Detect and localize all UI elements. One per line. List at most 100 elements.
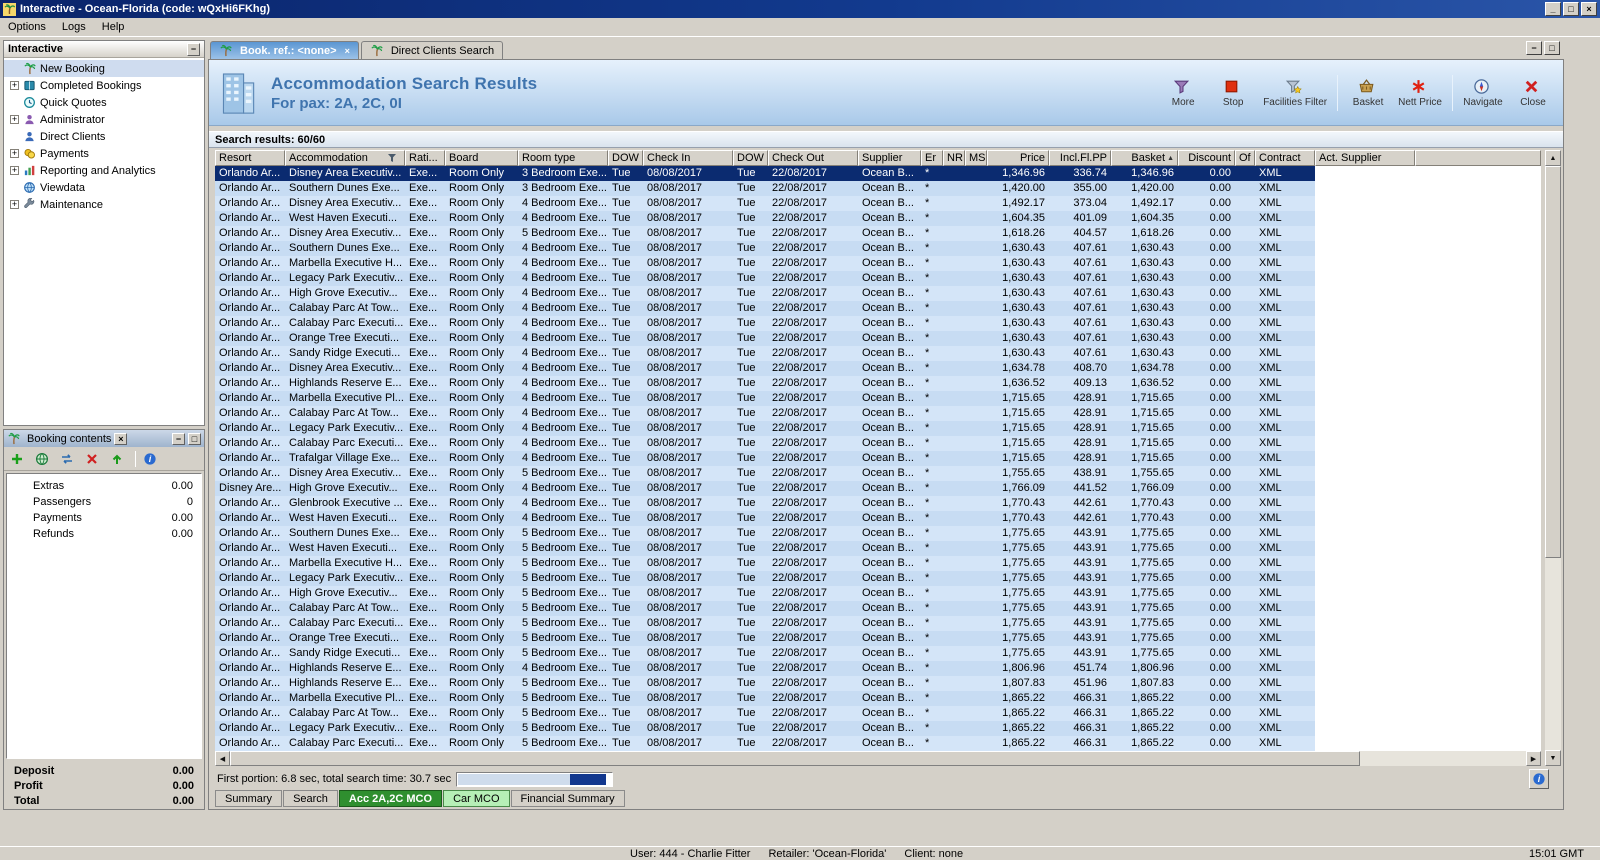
sidebar-item-direct-clients[interactable]: +Direct Clients [4, 128, 204, 145]
mdi-restore-button[interactable]: □ [1544, 41, 1560, 55]
bottom-tab-car-mco[interactable]: Car MCO [443, 790, 509, 807]
table-row[interactable]: Orlando Ar...Marbella Executive H...Exe.… [215, 256, 1315, 271]
table-row[interactable]: Orlando Ar...Orange Tree Executi...Exe..… [215, 331, 1315, 346]
scroll-down-button[interactable]: ▼ [1545, 750, 1561, 766]
table-row[interactable]: Orlando Ar...Marbella Executive Pl...Exe… [215, 391, 1315, 406]
mdi-minimize-button[interactable]: − [1526, 41, 1542, 55]
column-header-price[interactable]: Price [987, 150, 1049, 166]
table-row[interactable]: Orlando Ar...Disney Area Executiv...Exe.… [215, 166, 1315, 181]
table-row[interactable]: Orlando Ar...Calabay Parc At Tow...Exe..… [215, 301, 1315, 316]
table-row[interactable]: Orlando Ar...Calabay Parc Executi...Exe.… [215, 436, 1315, 451]
add-button[interactable] [10, 450, 28, 468]
column-header-check-out[interactable]: Check Out [768, 150, 858, 166]
sidebar-item-payments[interactable]: +Payments [4, 145, 204, 162]
info-button[interactable]: i [1529, 769, 1549, 789]
column-header-rati[interactable]: Rati... [405, 150, 445, 166]
expand-icon[interactable]: + [10, 81, 19, 90]
facilities-filter-button[interactable]: Facilities Filter [1263, 78, 1327, 108]
table-row[interactable]: Orlando Ar...Calabay Parc Executi...Exe.… [215, 616, 1315, 631]
table-row[interactable]: Orlando Ar...Calabay Parc At Tow...Exe..… [215, 406, 1315, 421]
column-header-of[interactable]: Of [1235, 150, 1255, 166]
scroll-right-button[interactable]: ▶ [1526, 751, 1541, 766]
sidebar-item-maintenance[interactable]: +Maintenance [4, 196, 204, 213]
column-header-act-supplier[interactable]: Act. Supplier [1315, 150, 1415, 166]
table-row[interactable]: Orlando Ar...Disney Area Executiv...Exe.… [215, 466, 1315, 481]
table-row[interactable]: Orlando Ar...Sandy Ridge Executi...Exe..… [215, 346, 1315, 361]
booking-contents-row[interactable]: Extras0.00 [7, 478, 201, 494]
table-row[interactable]: Orlando Ar...Disney Area Executiv...Exe.… [215, 361, 1315, 376]
info-button[interactable]: i [143, 450, 161, 468]
table-row[interactable]: Orlando Ar...Trafalgar Village Exe...Exe… [215, 451, 1315, 466]
column-header-board[interactable]: Board [445, 150, 518, 166]
expand-icon[interactable]: + [10, 115, 19, 124]
table-row[interactable]: Orlando Ar...Glenbrook Executive ...Exe.… [215, 496, 1315, 511]
tab-direct-clients-search[interactable]: Direct Clients Search [361, 41, 503, 59]
menu-logs[interactable]: Logs [54, 19, 94, 35]
table-row[interactable]: Orlando Ar...Calabay Parc At Tow...Exe..… [215, 706, 1315, 721]
column-header-incl-fl-pp[interactable]: Incl.Fl.PP [1049, 150, 1111, 166]
expand-icon[interactable]: + [10, 149, 19, 158]
column-header-check-in[interactable]: Check In [643, 150, 733, 166]
more-button[interactable]: More [1163, 78, 1203, 108]
table-row[interactable]: Orlando Ar...Calabay Parc At Tow...Exe..… [215, 601, 1315, 616]
delete-button[interactable] [85, 450, 103, 468]
world-button[interactable] [35, 450, 53, 468]
column-filter-icon[interactable] [387, 153, 397, 163]
expand-icon[interactable]: + [10, 166, 19, 175]
bottom-tab-financial-summary[interactable]: Financial Summary [511, 790, 625, 807]
booking-contents-row[interactable]: Refunds0.00 [7, 526, 201, 542]
table-row[interactable]: Orlando Ar...Calabay Parc Executi...Exe.… [215, 316, 1315, 331]
sidebar-item-viewdata[interactable]: +Viewdata [4, 179, 204, 196]
column-header-discount[interactable]: Discount [1178, 150, 1235, 166]
column-header-dow[interactable]: DOW [608, 150, 643, 166]
table-row[interactable]: Orlando Ar...Legacy Park Executiv...Exe.… [215, 421, 1315, 436]
minimize-button[interactable]: _ [1545, 2, 1561, 16]
maximize-button[interactable]: □ [1563, 2, 1579, 16]
table-row[interactable]: Orlando Ar...Legacy Park Executiv...Exe.… [215, 571, 1315, 586]
column-header-er[interactable]: Er [921, 150, 943, 166]
bottom-tab-summary[interactable]: Summary [215, 790, 282, 807]
table-row[interactable]: Orlando Ar...Orange Tree Executi...Exe..… [215, 631, 1315, 646]
booking-contents-row[interactable]: Passengers0 [7, 494, 201, 510]
table-row[interactable]: Orlando Ar...High Grove Executiv...Exe..… [215, 586, 1315, 601]
table-row[interactable]: Orlando Ar...Southern Dunes Exe...Exe...… [215, 241, 1315, 256]
column-header-dow[interactable]: DOW [733, 150, 768, 166]
booking-contents-minimize-button[interactable]: − [172, 433, 185, 445]
expand-icon[interactable]: + [10, 200, 19, 209]
sidebar-item-new-booking[interactable]: +New Booking [4, 60, 204, 77]
table-row[interactable]: Orlando Ar...High Grove Executiv...Exe..… [215, 286, 1315, 301]
scroll-up-button[interactable]: ▲ [1545, 150, 1561, 166]
table-row[interactable]: Orlando Ar...Marbella Executive Pl...Exe… [215, 691, 1315, 706]
booking-contents-row[interactable]: Payments0.00 [7, 510, 201, 526]
bottom-tab-search[interactable]: Search [283, 790, 338, 807]
menu-help[interactable]: Help [94, 19, 133, 35]
column-header-room-type[interactable]: Room type [518, 150, 608, 166]
vertical-scroll-thumb[interactable] [1545, 166, 1561, 558]
table-row[interactable]: Orlando Ar...Highlands Reserve E...Exe..… [215, 661, 1315, 676]
table-row[interactable]: Orlando Ar...West Haven Executi...Exe...… [215, 511, 1315, 526]
table-row[interactable]: Orlando Ar...Marbella Executive H...Exe.… [215, 556, 1315, 571]
column-header-nr[interactable]: NR [943, 150, 965, 166]
sidebar-item-completed-bookings[interactable]: +Completed Bookings [4, 77, 204, 94]
stop-button[interactable]: Stop [1213, 78, 1253, 108]
scroll-left-button[interactable]: ◀ [215, 751, 230, 766]
table-row[interactable]: Orlando Ar...Sandy Ridge Executi...Exe..… [215, 646, 1315, 661]
nett-price-button[interactable]: Nett Price [1398, 78, 1442, 108]
horizontal-scroll-thumb[interactable] [230, 751, 1360, 766]
sidebar-item-quick-quotes[interactable]: +Quick Quotes [4, 94, 204, 111]
tab-close-icon[interactable]: × [345, 46, 350, 56]
bottom-tab-acc-2a-2c-mco[interactable]: Acc 2A,2C MCO [339, 790, 442, 807]
table-row[interactable]: Disney Are...High Grove Executiv...Exe..… [215, 481, 1315, 496]
booking-contents-close-button[interactable]: × [114, 433, 127, 445]
horizontal-scrollbar[interactable]: ◀ ▶ [215, 751, 1541, 766]
menu-options[interactable]: Options [0, 19, 54, 35]
close-button[interactable]: × [1581, 2, 1597, 16]
table-row[interactable]: Orlando Ar...West Haven Executi...Exe...… [215, 541, 1315, 556]
table-row[interactable]: Orlando Ar...Legacy Park Executiv...Exe.… [215, 721, 1315, 736]
column-header-ms[interactable]: MS [965, 150, 987, 166]
vertical-scrollbar[interactable]: ▲ ▼ [1545, 150, 1561, 766]
column-header-supplier[interactable]: Supplier [858, 150, 921, 166]
table-row[interactable]: Orlando Ar...Southern Dunes Exe...Exe...… [215, 526, 1315, 541]
table-row[interactable]: Orlando Ar...Legacy Park Executiv...Exe.… [215, 271, 1315, 286]
panel-collapse-button[interactable]: − [187, 43, 200, 56]
